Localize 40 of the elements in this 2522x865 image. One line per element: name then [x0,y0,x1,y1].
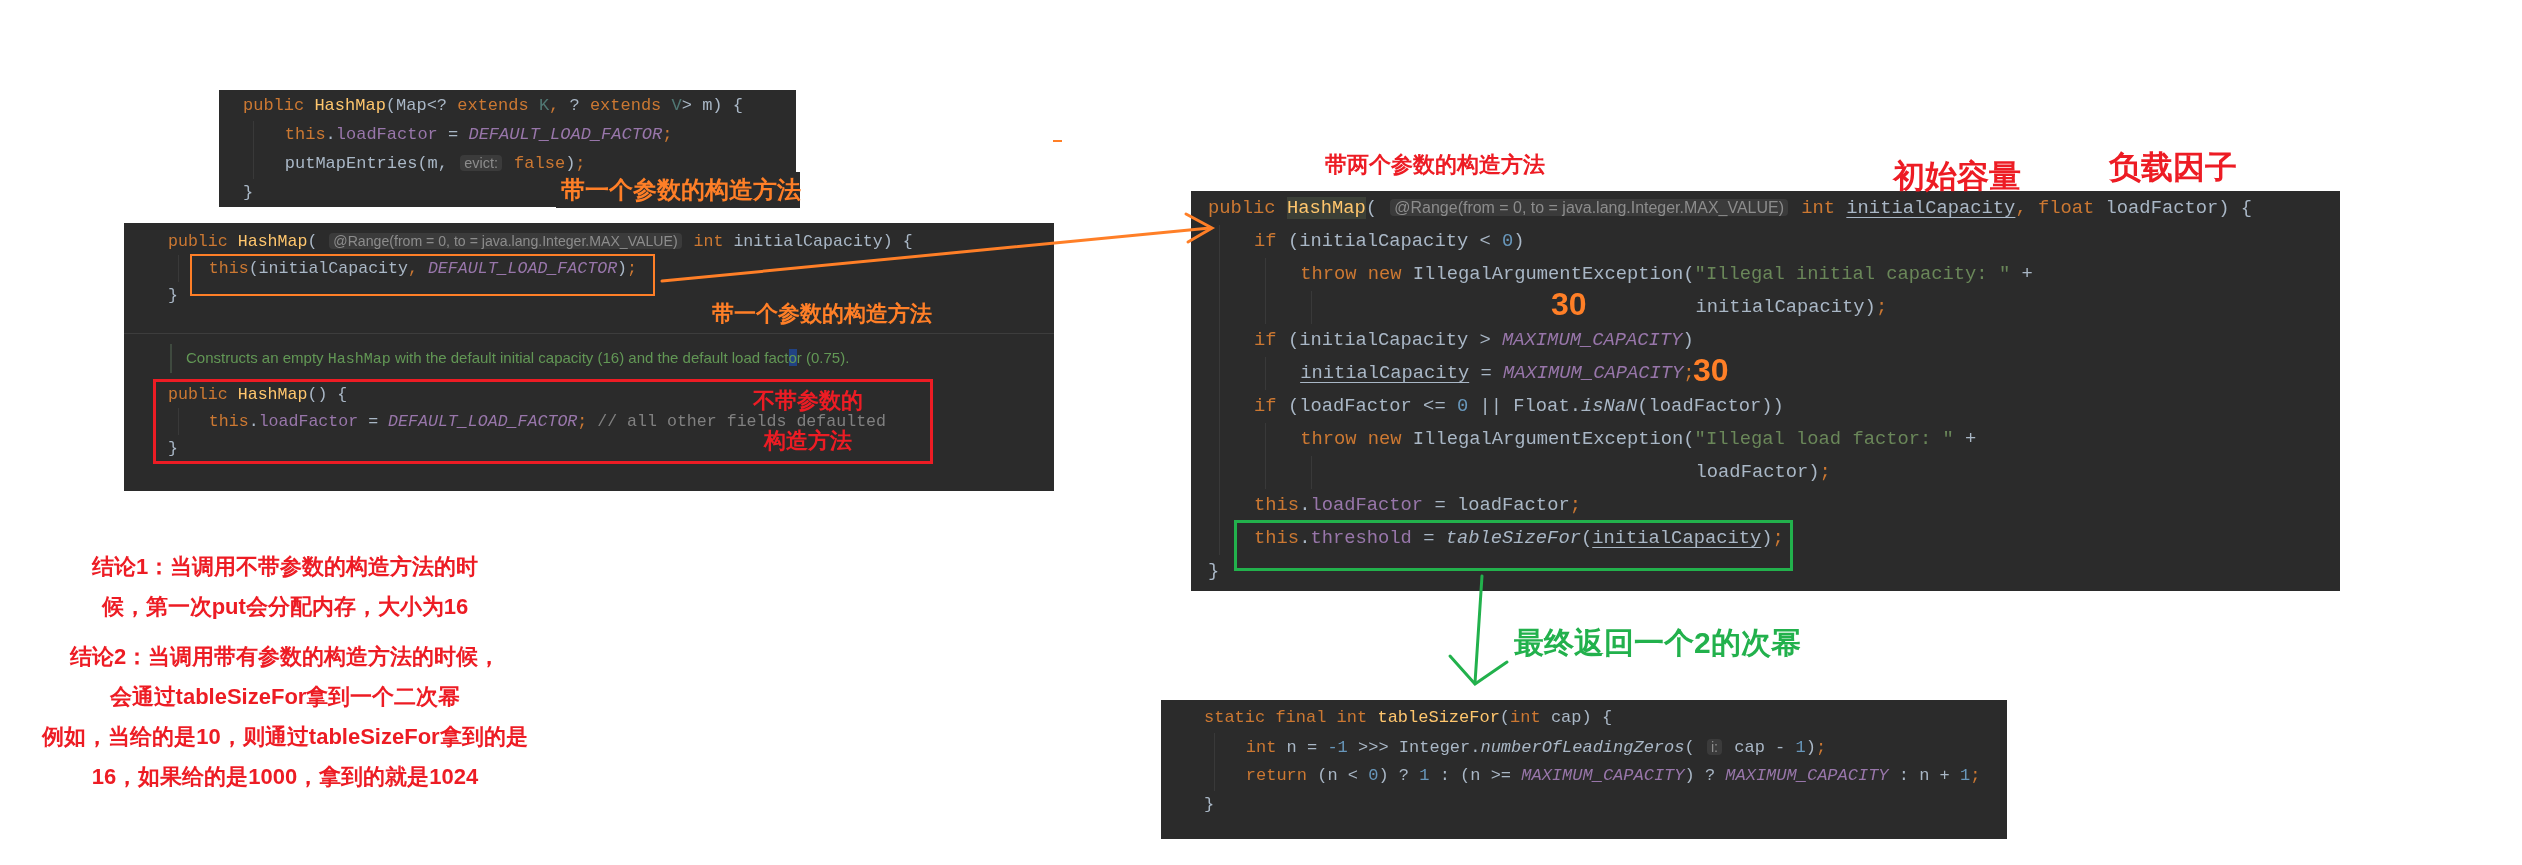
conclusion-text: 结论1：当调用不带参数的构造方法的时 [91,553,479,581]
code-line: if (loadFactor <= 0 || Float.isNaN(loadFactor)) [1254,394,1784,419]
code-line: if (initialCapacity > MAXIMUM_CAPACITY) [1254,328,1694,353]
code-line: } [1204,793,1215,816]
conclusion-text: 候，第一次put会分配内存，大小为16 [101,593,469,621]
conclusion-text: 16，如果给的是1000，拿到的就是1024 [91,763,479,791]
code-line: initialCapacity); [1695,295,1888,320]
annotation-label: 30 [1551,285,1587,324]
code-line: throw new IllegalArgumentException("Illegal load factor: " + [1300,427,1977,452]
annotation-label: 最终返回一个2的次幂 [1514,625,1801,661]
code-line: public HashMap() { [168,384,348,406]
code-line: this.loadFactor = DEFAULT_LOAD_FACTOR; [284,123,673,146]
code-line: public HashMap( @Range(from = 0, to = java.lang.Integer.MAX_VALUE) int initialCapacity, float loadFactor) { [1208,196,2253,221]
code-line: throw new IllegalArgumentException("Illegal initial capacity: " + [1300,262,2033,287]
annotation-label: 30 [1693,351,1729,390]
code-line: return (n < 0) ? 1 : (n >= MAXIMUM_CAPACITY) ? MAXIMUM_CAPACITY : n + 1; [1245,765,1981,787]
code-line: initialCapacity = MAXIMUM_CAPACITY; [1300,362,1695,386]
code-line: } [168,285,178,307]
code-line: } [243,181,254,204]
conclusion-text: 会通过tableSizeFor拿到一个二次幂 [109,683,461,711]
annotation-label: 初始容量 [1893,157,2021,196]
code-line: public HashMap(Map<? extends K, ? extends V> m) { [243,95,743,117]
annotation-label: 负载因子 [2109,148,2237,187]
code-line: } [168,438,178,460]
code-line: this(initialCapacity, DEFAULT_LOAD_FACTOR); [208,258,638,280]
annotation-label: 构造方法 [764,428,852,454]
annotation-label: 带一个参数的构造方法 [712,300,932,328]
conclusion-text: 例如，当给的是10，则通过tableSizeFor拿到的是 [42,723,528,751]
code-line: putMapEntries(m, evict: false); [284,153,586,175]
conclusion-text: 结论2：当调用带有参数的构造方法的时候， [69,643,501,671]
code-line: loadFactor); [1695,460,1831,485]
code-line: if (initialCapacity < 0) [1254,229,1525,254]
code-line: int n = -1 >>> Integer.numberOfLeadingZeros( i: cap - 1); [1245,736,1827,759]
annotation-label: 带两个参数的构造方法 [1325,151,1545,179]
code-line: } [1208,559,1220,584]
code-line: public HashMap( @Range(from = 0, to = java.lang.Integer.MAX_VALUE) int initialCapacity) { [168,231,913,253]
annotation-label: 不带参数的 [753,388,863,414]
code-line: this.threshold = tableSizeFor(initialCapacity); [1254,526,1784,551]
code-line: static final int tableSizeFor(int cap) { [1204,707,1613,729]
code-line: this.loadFactor = loadFactor; [1254,493,1581,518]
